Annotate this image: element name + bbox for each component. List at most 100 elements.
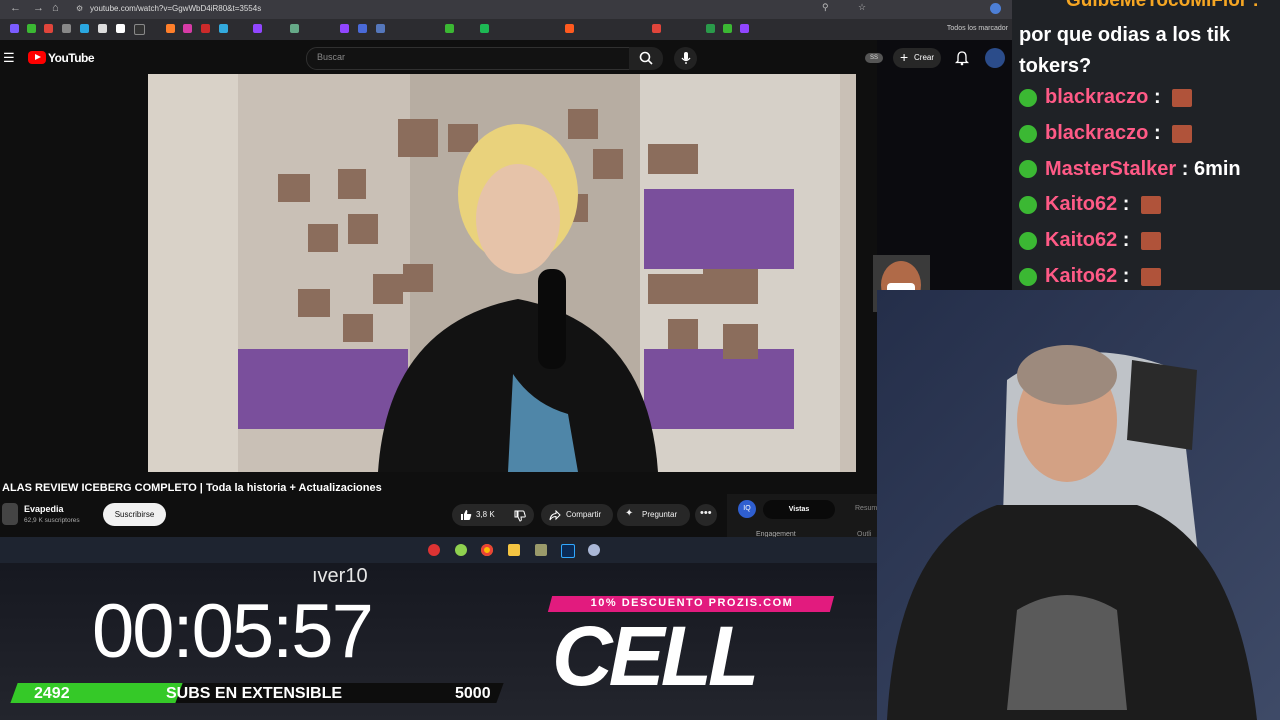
emote-icon <box>1172 88 1193 107</box>
microphone-icon <box>681 52 691 64</box>
chat-text: 6min <box>1193 157 1241 180</box>
bookmark-icon[interactable] <box>201 24 210 33</box>
chat-separator: : <box>1148 121 1167 144</box>
search-placeholder: Buscar <box>317 52 346 62</box>
subs-goal: 5000 <box>455 685 491 702</box>
channel-name[interactable]: Evapedia <box>24 504 64 514</box>
share-button[interactable]: Compartir <box>541 504 613 526</box>
bookmark-icon[interactable] <box>166 24 175 33</box>
ask-button[interactable]: ✦ Preguntar <box>617 504 690 526</box>
user-badge-icon <box>1019 88 1037 107</box>
bookmark-icon[interactable] <box>219 24 228 33</box>
search-input[interactable]: Buscar <box>306 47 630 70</box>
subathon-timer: 00:05:57 <box>92 589 374 674</box>
create-label: Crear <box>914 53 935 62</box>
bookmark-icon[interactable] <box>706 24 715 33</box>
bookmarks-bar: Todos los marcador <box>0 19 1012 40</box>
chat-separator: : <box>1117 229 1136 252</box>
bookmark-icon[interactable] <box>376 24 385 33</box>
bookmark-icon[interactable] <box>116 24 125 33</box>
bookmark-icon[interactable] <box>565 24 574 33</box>
extension-badge[interactable]: SS <box>865 53 883 63</box>
video-title: ALAS REVIEW ICEBERG COMPLETO | Toda la h… <box>2 482 382 494</box>
plus-icon: + <box>900 49 909 65</box>
all-bookmarks-folder[interactable]: Todos los marcador <box>947 25 1008 32</box>
thumbs-down-icon[interactable] <box>514 510 526 522</box>
emote-icon <box>1141 267 1162 286</box>
bookmark-icon[interactable] <box>652 24 661 33</box>
bookmark-icon[interactable] <box>445 24 454 33</box>
back-icon[interactable]: ← <box>10 2 21 14</box>
folder-icon[interactable] <box>508 544 520 556</box>
chat-line: blackraczo : <box>1019 121 1193 150</box>
user-badge-icon <box>1019 124 1037 143</box>
like-dislike-button[interactable]: 3,8 K <box>452 504 534 526</box>
chrome-icon[interactable] <box>481 544 493 556</box>
voice-search-button[interactable] <box>674 47 697 70</box>
instagram-icon[interactable] <box>183 24 192 33</box>
emote-icon <box>1141 196 1162 215</box>
extension-logo-icon[interactable]: IQ <box>738 500 756 518</box>
bookmark-icon[interactable] <box>10 24 19 33</box>
bookmark-star-icon[interactable]: ☆ <box>858 2 866 13</box>
chat-username: Kaito62 <box>1045 193 1118 216</box>
twitch-icon[interactable] <box>340 24 349 33</box>
ask-label: Preguntar <box>642 510 678 519</box>
home-icon[interactable]: ⌂ <box>52 2 59 14</box>
chat-separator: : <box>1148 86 1167 108</box>
hamburger-menu-icon[interactable]: ☰ <box>3 50 15 66</box>
create-button[interactable]: + Crear <box>893 48 941 68</box>
app-icon[interactable] <box>455 544 467 556</box>
forward-icon[interactable]: → <box>33 2 44 14</box>
tab-resumen[interactable]: Resum <box>855 505 877 512</box>
url-field[interactable]: youtube.com/watch?v=GgwWbD4iR80&t=3554s <box>90 4 261 13</box>
channel-avatar[interactable] <box>2 503 18 525</box>
zoom-icon[interactable]: ⚲ <box>822 2 829 13</box>
subscriber-count: 62,9 K suscriptores <box>24 517 80 524</box>
streamer-camera <box>877 290 1280 720</box>
site-info-icon[interactable]: ⚙ <box>76 4 83 13</box>
youtube-wordmark[interactable]: YouTube <box>48 51 95 65</box>
bookmark-icon[interactable] <box>358 24 367 33</box>
bookmark-icon[interactable] <box>27 24 36 33</box>
tab-vistas[interactable]: Vistas <box>763 500 835 519</box>
app-icon[interactable] <box>428 544 440 556</box>
app-icon[interactable] <box>535 544 547 556</box>
youtube-header: ☰ YouTube Buscar SS + Crear <box>0 40 1005 76</box>
chat-line: blackraczo : <box>1019 86 1193 114</box>
notifications-bell-icon[interactable] <box>955 50 969 66</box>
user-badge-icon <box>1019 267 1037 286</box>
chat-username: GuibeMeTocoMiFlor : <box>1066 0 1259 11</box>
x-icon[interactable] <box>62 24 71 33</box>
user-badge-icon <box>1019 231 1037 250</box>
user-badge-icon <box>1019 196 1037 215</box>
ticker-text: ıver10 <box>312 565 368 587</box>
twitch-icon[interactable] <box>253 24 262 33</box>
photoshop-icon[interactable] <box>561 544 575 558</box>
account-avatar[interactable] <box>985 48 1005 68</box>
bookmark-icon[interactable] <box>134 24 145 35</box>
sparkle-icon: ✦ <box>625 508 634 519</box>
chat-separator: : <box>1176 157 1194 180</box>
share-icon <box>549 510 561 521</box>
chat-line: Kaito62 : <box>1019 265 1162 293</box>
search-icon <box>639 51 653 65</box>
bookmark-icon[interactable] <box>98 24 107 33</box>
more-actions-button[interactable]: ••• <box>695 504 717 526</box>
video-player[interactable] <box>148 74 856 472</box>
bookmark-icon[interactable] <box>740 24 749 33</box>
profile-avatar-icon[interactable] <box>990 3 1001 14</box>
bookmark-icon[interactable] <box>723 24 732 33</box>
thumbs-up-icon[interactable] <box>460 509 472 521</box>
chat-message: por que odias a los tik tokers? <box>1019 24 1231 77</box>
app-icon[interactable] <box>588 544 600 556</box>
subscribe-button[interactable]: Suscribirse <box>103 503 166 526</box>
chat-username: Kaito62 <box>1045 265 1118 287</box>
gmail-icon[interactable] <box>44 24 53 33</box>
search-button[interactable] <box>629 47 663 70</box>
spotify-icon[interactable] <box>480 24 489 33</box>
subs-label: SUBS EN EXTENSIBLE <box>166 685 343 702</box>
bookmark-icon[interactable] <box>290 24 299 33</box>
youtube-logo-icon[interactable] <box>28 51 46 64</box>
bookmark-icon[interactable] <box>80 24 89 33</box>
